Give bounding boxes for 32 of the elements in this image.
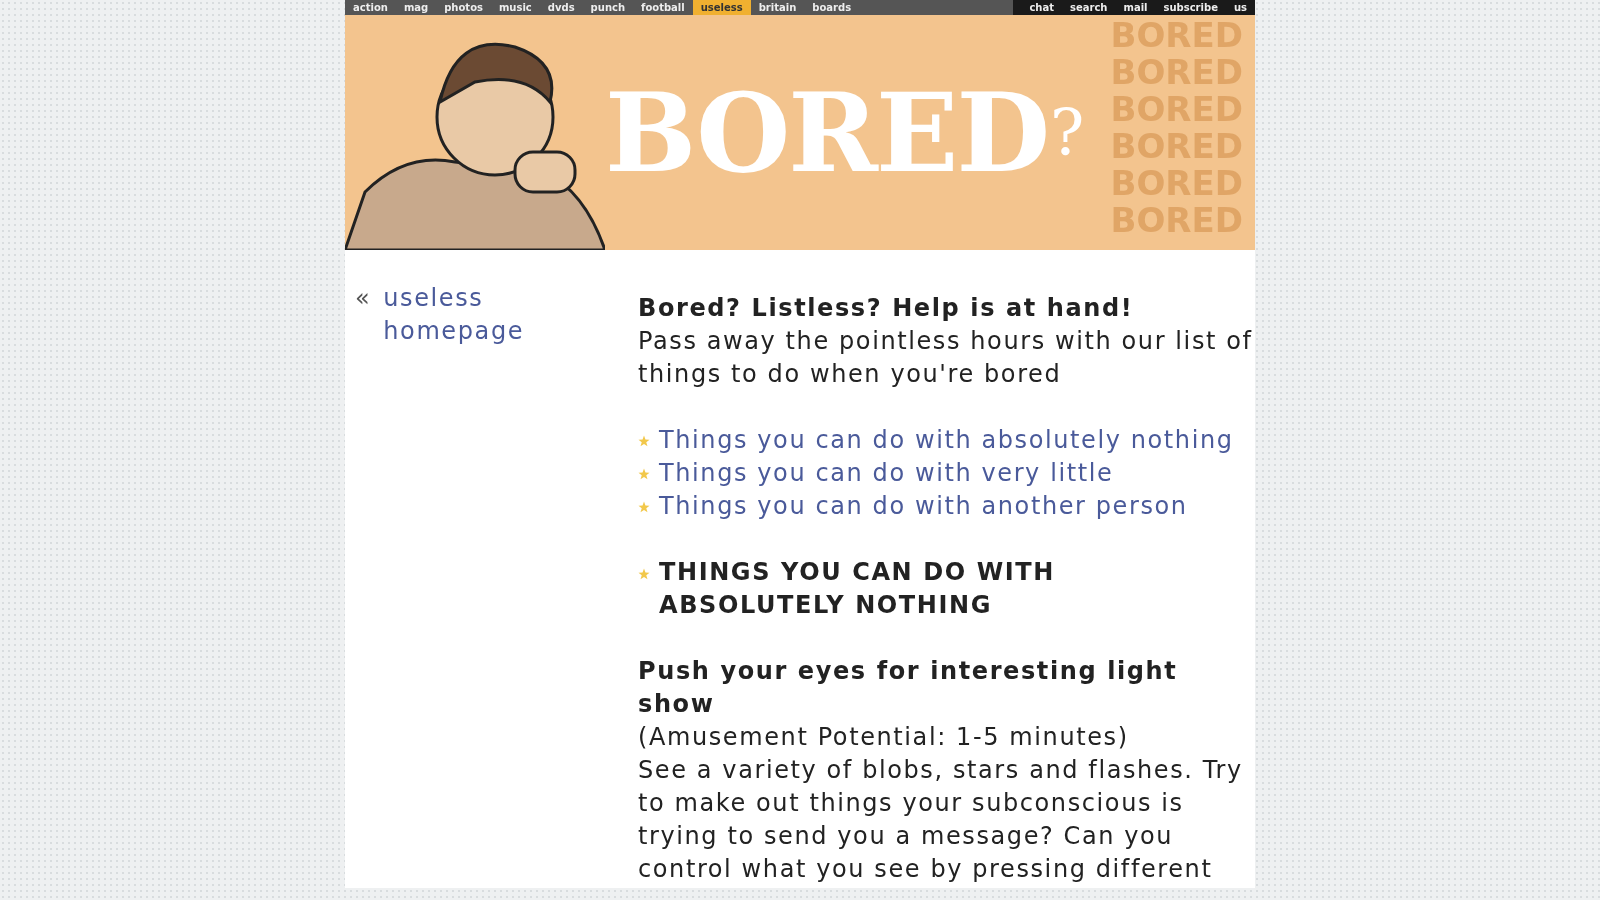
nav-link[interactable]: chat: [1021, 0, 1062, 15]
star-bullet-icon: [638, 568, 650, 580]
guillemet-mark: «: [355, 283, 372, 314]
nav-tab[interactable]: action: [345, 0, 396, 15]
nav-link[interactable]: subscribe: [1155, 0, 1226, 15]
banner-title: BORED: [605, 69, 1049, 196]
list-link[interactable]: Things you can do with very little: [659, 457, 1114, 490]
intro-heading: Bored? Listless? Help is at hand!: [638, 293, 1135, 324]
nav-link[interactable]: us: [1225, 0, 1255, 15]
nav-tab[interactable]: football: [633, 0, 693, 15]
nav-tab[interactable]: photos: [436, 0, 491, 15]
intro-text: Pass away the pointless hours with our list of things to do when you're bored: [638, 326, 1254, 390]
nav-tab[interactable]: mag: [395, 0, 437, 15]
entry-title: Push your eyes for interesting light show: [638, 656, 1179, 720]
section-heading: THINGS YOU CAN DO WITH ABSOLUTELY NOTHING: [659, 557, 1056, 621]
amusement-potential: (Amusement Potential: 1-5 minutes): [638, 722, 1130, 753]
nav-tab[interactable]: boards: [804, 0, 860, 15]
nav-link[interactable]: search: [1062, 0, 1116, 15]
star-bullet-icon: [638, 500, 650, 513]
nav-tab[interactable]: punch: [582, 0, 634, 15]
list-link[interactable]: Things you can do with absolutely nothing: [659, 424, 1234, 457]
star-bullet-icon: [638, 434, 650, 447]
nav-tab[interactable]: music: [490, 0, 540, 15]
nav-tab[interactable]: useless: [692, 0, 751, 15]
list-link[interactable]: Things you can do with another person: [659, 490, 1188, 523]
star-bullet-icon: [638, 467, 650, 480]
homepage-link[interactable]: useless homepage: [383, 282, 534, 348]
entry-text: See a variety of blobs, stars and flashes. Try to make out things your subconscious is trying to send you a message? Can you control what you see by pressing different: [638, 755, 1244, 885]
nav-tab[interactable]: dvds: [539, 0, 583, 15]
banner-question-mark: ?: [1050, 95, 1085, 170]
nav-tab[interactable]: britain: [750, 0, 805, 15]
nav-link[interactable]: mail: [1115, 0, 1156, 15]
